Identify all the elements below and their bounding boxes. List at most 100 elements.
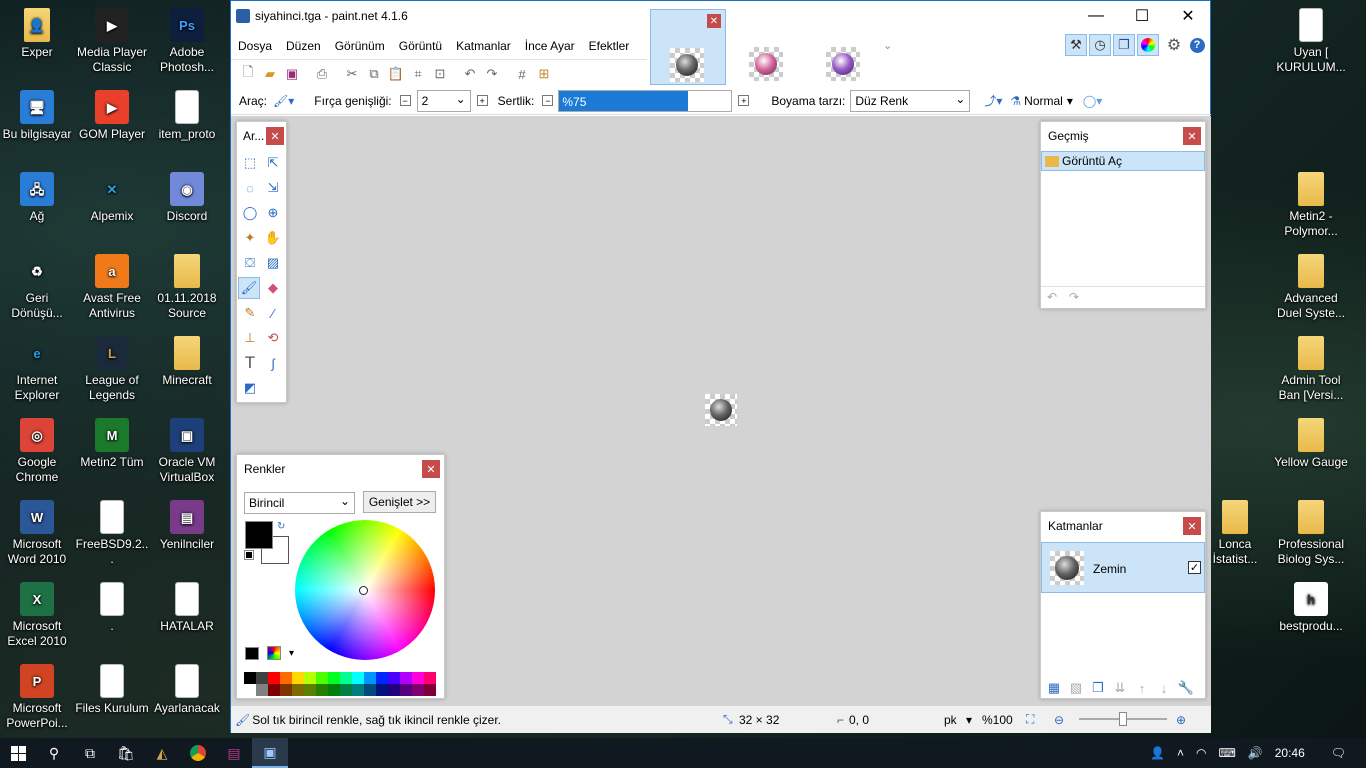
ellipse-select-icon[interactable]: ◯ [239,202,261,224]
desktop-icon[interactable]: Minecraft [150,332,224,412]
text-icon[interactable]: T [239,352,261,374]
desktop-icon[interactable]: ▶ Media Player Classic [75,4,149,84]
duplicate-layer-icon[interactable]: ❐ [1087,677,1109,699]
color-picker-icon[interactable]: ⁄ [262,302,284,324]
palette-swatch[interactable] [412,684,424,696]
desktop-icon[interactable]: ▤ Yenilnciler [150,496,224,576]
move-layer-down-icon[interactable]: ↓ [1153,677,1175,699]
palette-swatch[interactable] [424,672,436,684]
menu-view[interactable]: Görünüm [328,39,392,53]
history-toggle-icon[interactable]: ◷ [1089,34,1111,56]
layers-toggle-icon[interactable]: ❐ [1113,34,1135,56]
recolor-icon[interactable]: ⟲ [262,327,284,349]
eraser-icon[interactable]: ◆ [262,277,284,299]
notifications-icon[interactable]: 🗨 [1331,746,1346,760]
reset-colors-icon[interactable] [244,550,254,560]
chevron-down-icon[interactable]: ⌄ [883,39,892,52]
rectangle-select-icon[interactable]: ⬚ [239,152,261,174]
desktop-icon[interactable]: Advanced Duel Syste... [1274,250,1348,330]
gear-icon[interactable]: ⚙ [1163,34,1185,56]
task-view-icon[interactable]: ⧉ [72,738,108,768]
decrease-icon[interactable]: − [542,95,554,106]
hardness-slider[interactable]: %75 [558,89,733,112]
shapes-icon[interactable]: ◩ [239,377,261,399]
palette-swatch[interactable] [400,672,412,684]
palette-swatch[interactable] [376,684,388,696]
palette-swatch[interactable] [364,672,376,684]
brush-width-select[interactable]: 2 [416,89,471,112]
chrome-taskbar-icon[interactable] [180,738,216,768]
desktop-icon[interactable]: 🖧 Ağ [0,168,74,248]
maximize-button[interactable]: ☐ [1119,1,1165,31]
desktop-icon[interactable]: e Internet Explorer [0,332,74,412]
search-icon[interactable]: ⚲ [36,738,72,768]
palette-swatch[interactable] [244,672,256,684]
palette-swatch[interactable] [352,672,364,684]
desktop-icon[interactable]: Ps Adobe Photosh... [150,4,224,84]
desktop-icon[interactable]: Yellow Gauge [1274,414,1348,494]
zoom-out-icon[interactable]: ⊖ [1054,713,1064,727]
desktop-icon[interactable]: . [75,578,149,658]
desktop-icon[interactable]: 🖥 Bu bilgisayar [0,86,74,166]
undo-icon[interactable]: ↶ [1047,290,1057,304]
palette-swatch[interactable] [364,684,376,696]
close-icon[interactable]: ✕ [266,127,284,145]
clone-stamp-icon[interactable]: ⊥ [239,327,261,349]
color-mode-select[interactable]: Birincil [244,492,355,514]
image-canvas[interactable] [705,394,737,426]
fill-select[interactable]: Düz Renk [850,89,971,112]
desktop-icon[interactable]: Professional Biolog Sys... [1274,496,1348,576]
add-palette-color-icon[interactable] [245,647,259,660]
magic-wand-icon[interactable]: ✦ [239,227,261,249]
open-icon[interactable]: ▰ [259,63,281,85]
print-icon[interactable]: ⎙ [311,63,333,85]
palette-swatch[interactable] [400,684,412,696]
desktop-icon[interactable]: FreeBSD9.2... [75,496,149,576]
layers-panel-header[interactable]: Katmanlar ✕ [1041,512,1205,540]
zoom-slider[interactable] [1079,712,1167,726]
league-taskbar-icon[interactable]: ◭ [144,738,180,768]
palette-swatch[interactable] [352,684,364,696]
gradient-icon[interactable]: ▨ [262,252,284,274]
palette-swatch[interactable] [412,672,424,684]
keyboard-icon[interactable]: ⌨ [1218,746,1235,760]
color-wheel-cursor[interactable] [359,586,368,595]
chevron-up-icon[interactable]: ˄ [1177,746,1184,760]
desktop-icon[interactable]: M Metin2 Tüm [75,414,149,494]
redo-icon[interactable]: ↷ [1069,290,1079,304]
menu-image[interactable]: Görüntü [392,39,449,53]
clock[interactable]: 20:46 [1275,746,1305,760]
desktop-icon[interactable]: ♻ Geri Dönüşü... [0,250,74,330]
decrease-icon[interactable]: − [399,95,411,106]
ruler-icon[interactable]: ⊞ [533,63,555,85]
paint-bucket-icon[interactable]: ⛋ [239,252,261,274]
zoom-in-icon[interactable]: ⊕ [1176,713,1186,727]
increase-icon[interactable]: + [738,95,750,106]
palette-swatch[interactable] [304,672,316,684]
winrar-taskbar-icon[interactable]: ▤ [216,738,252,768]
palette-swatch[interactable] [316,672,328,684]
move-selection-icon[interactable]: ⇱ [262,152,284,174]
palette-swatch[interactable] [268,672,280,684]
pan-icon[interactable]: ✋ [262,227,284,249]
wifi-icon[interactable]: ◠ [1196,746,1206,760]
primary-color-swatch[interactable] [245,521,273,549]
close-icon[interactable]: ✕ [1183,517,1201,535]
paintbrush-tool-icon[interactable]: 🖌 [238,277,260,299]
desktop-icon[interactable]: Admin Tool Ban [Versi... [1274,332,1348,412]
grid-icon[interactable]: # [511,63,533,85]
chevron-down-icon[interactable]: ▾ [966,713,972,727]
palette-swatch[interactable] [340,684,352,696]
desktop-icon[interactable]: 👤 Exper [0,4,74,84]
line-curve-icon[interactable]: ∫ [262,352,284,374]
save-icon[interactable]: ▣ [281,63,303,85]
palette-swatch[interactable] [388,684,400,696]
colors-toggle-icon[interactable] [1137,34,1159,56]
chevron-down-icon[interactable]: ▾ [1067,94,1073,108]
selection-mode-icon[interactable]: ◯▾ [1083,94,1102,108]
desktop-icon[interactable]: ▶ GOM Player [75,86,149,166]
unit-label[interactable]: pk [944,713,957,727]
palette-swatch[interactable] [256,684,268,696]
palette-swatch[interactable] [292,672,304,684]
palette-swatch[interactable] [268,684,280,696]
